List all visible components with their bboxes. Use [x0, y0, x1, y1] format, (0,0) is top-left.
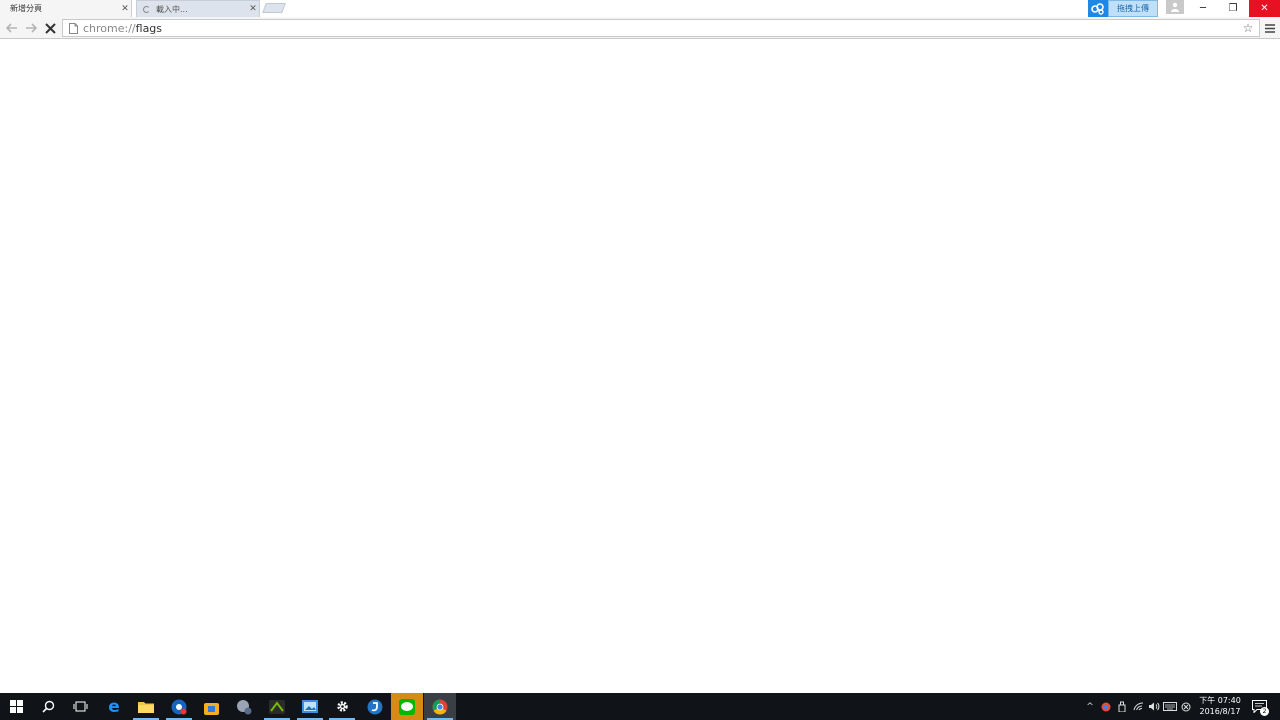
- minimize-button[interactable]: ─: [1188, 0, 1218, 17]
- app-blue-icon[interactable]: [359, 693, 391, 720]
- close-icon[interactable]: ✕: [119, 4, 131, 14]
- url-text[interactable]: chrome://flags: [83, 22, 162, 35]
- clock-date: 2016/8/17: [1199, 707, 1241, 716]
- browser-toolbar: chrome://flags ☆: [0, 17, 1280, 39]
- address-bar[interactable]: chrome://flags ☆: [62, 19, 1260, 37]
- tab-label: 載入中...: [156, 4, 188, 14]
- nvidia-icon[interactable]: [261, 693, 293, 720]
- close-window-button[interactable]: ✕: [1249, 0, 1280, 17]
- title-bar: 新增分頁 ✕ 載入中... ✕ 拖拽上傳 ─ ❐ ✕: [0, 0, 1280, 17]
- url-path: flags: [135, 21, 163, 35]
- volume-icon[interactable]: [1146, 702, 1162, 711]
- system-tray: ^: [1082, 693, 1194, 720]
- page-content: [0, 40, 1280, 693]
- settings-icon[interactable]: [326, 693, 358, 720]
- page-icon: [66, 21, 80, 35]
- forward-arrow-icon[interactable]: [23, 20, 39, 36]
- line-icon[interactable]: [391, 693, 423, 720]
- search-button[interactable]: [32, 693, 64, 720]
- stop-loading-icon[interactable]: [42, 20, 58, 36]
- tab-new-tab[interactable]: 新增分頁 ✕: [0, 0, 132, 17]
- usb-device-icon[interactable]: [1114, 701, 1130, 712]
- taskbar: e ^ 下午 07:40 2016/8/17 2: [0, 693, 1280, 720]
- back-arrow-icon[interactable]: [4, 20, 20, 36]
- wifi-icon[interactable]: [1130, 702, 1146, 711]
- store-icon[interactable]: [195, 693, 227, 720]
- profile-icon[interactable]: [1166, 0, 1184, 14]
- taskbar-clock[interactable]: 下午 07:40 2016/8/17: [1196, 695, 1244, 717]
- task-view-button[interactable]: [64, 693, 96, 720]
- cloud-logo-icon: [1088, 0, 1108, 17]
- upload-button[interactable]: 拖拽上傳: [1108, 0, 1158, 17]
- tray-app-icon[interactable]: [1098, 702, 1114, 712]
- restore-button[interactable]: ❐: [1218, 0, 1248, 17]
- new-tab-button[interactable]: [262, 3, 286, 13]
- circle-x-icon[interactable]: [1178, 702, 1194, 712]
- action-center-icon[interactable]: 2: [1250, 698, 1269, 716]
- photo-viewer-icon[interactable]: [294, 693, 326, 720]
- game-icon[interactable]: [228, 693, 260, 720]
- bookmark-star-icon[interactable]: ☆: [1241, 21, 1255, 35]
- chrome-icon[interactable]: [424, 693, 456, 720]
- clock-time: 下午 07:40: [1199, 696, 1241, 705]
- url-scheme: chrome://: [83, 21, 136, 35]
- close-icon[interactable]: ✕: [247, 4, 259, 14]
- show-hidden-icons-icon[interactable]: ^: [1082, 702, 1098, 712]
- tab-loading[interactable]: 載入中... ✕: [136, 0, 260, 17]
- loading-spinner-icon: [143, 5, 150, 13]
- tab-label: 新增分頁: [10, 4, 42, 13]
- keyboard-icon[interactable]: [1162, 702, 1178, 711]
- start-button[interactable]: [0, 693, 32, 720]
- edge-icon[interactable]: e: [98, 693, 130, 720]
- chrome-menu-icon[interactable]: [1262, 20, 1278, 36]
- chrome-canary-icon[interactable]: [163, 693, 195, 720]
- file-explorer-icon[interactable]: [130, 693, 162, 720]
- upload-extension[interactable]: 拖拽上傳: [1088, 0, 1158, 17]
- notification-count-badge: 2: [1260, 707, 1269, 716]
